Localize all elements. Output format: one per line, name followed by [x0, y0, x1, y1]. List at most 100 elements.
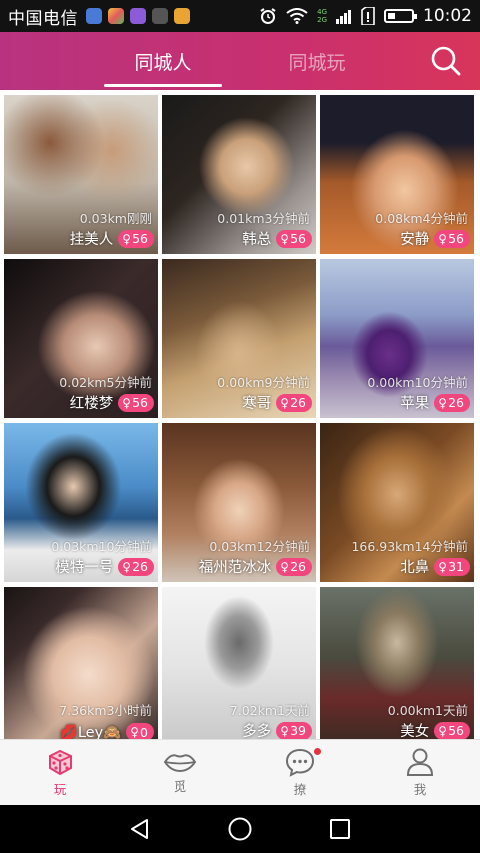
female-icon: ♀	[280, 723, 290, 738]
nav-play[interactable]: 玩	[0, 740, 120, 805]
search-button[interactable]	[430, 45, 462, 77]
female-icon: ♀	[438, 559, 448, 574]
notification-icons	[86, 8, 190, 24]
recents-square-icon	[330, 819, 350, 839]
female-icon: ♀	[438, 395, 448, 410]
distance-time: 7.02km1天前	[229, 703, 310, 718]
user-card[interactable]: 0.03km10分钟前 模特一号 ♀ 26	[4, 423, 158, 582]
user-name: 多多	[242, 724, 272, 740]
female-icon: ♀	[438, 231, 448, 246]
status-bar: 中国电信 4G 2G 10:02	[0, 0, 480, 32]
female-icon: ♀	[280, 231, 290, 246]
user-name: 福州范冰冰	[198, 560, 272, 576]
recents-button[interactable]	[325, 814, 355, 844]
user-name: 安静	[400, 232, 430, 248]
age-badge: ♀ 56	[276, 229, 312, 248]
age-badge: ♀ 26	[118, 557, 154, 576]
distance-time: 166.93km14分钟前	[351, 539, 468, 554]
distance-time: 0.00km10分钟前	[367, 375, 468, 390]
user-name: 模特一号	[55, 560, 114, 576]
distance-time: 0.00km1天前	[387, 703, 468, 718]
distance-time: 0.02km5分钟前	[59, 375, 152, 390]
distance-time: 0.08km4分钟前	[375, 211, 468, 226]
age-badge: ♀ 56	[118, 393, 154, 412]
user-card[interactable]: 0.08km4分钟前 安静 ♀ 56	[320, 95, 474, 254]
user-card[interactable]: 0.00km1天前 美女 ♀ 56	[320, 587, 474, 746]
user-card[interactable]: 7.02km1天前 多多 ♀ 39	[162, 587, 316, 746]
bottom-nav: 玩 觅 撩 我	[0, 739, 480, 805]
back-triangle-icon	[131, 819, 148, 839]
age-badge: ♀ 39	[276, 721, 312, 740]
unread-dot	[314, 748, 321, 755]
tab-nearby-people[interactable]: 同城人	[108, 32, 218, 90]
female-icon: ♀	[438, 723, 448, 738]
nav-label: 觅	[173, 779, 187, 794]
photos-app-icon	[108, 8, 124, 24]
distance-time: 0.00km9分钟前	[217, 375, 310, 390]
female-icon: ♀	[280, 395, 290, 410]
distance-time: 0.03km10分钟前	[51, 539, 152, 554]
nav-label: 玩	[53, 782, 67, 797]
user-name: 韩总	[242, 232, 272, 248]
user-card[interactable]: 166.93km14分钟前 北鼻 ♀ 31	[320, 423, 474, 582]
user-card[interactable]: 0.03km刚刚 挂美人 ♀ 56	[4, 95, 158, 254]
female-icon: ♀	[130, 725, 140, 739]
user-card[interactable]: 0.02km5分钟前 红楼梦 ♀ 56	[4, 259, 158, 418]
user-name: 寒哥	[242, 396, 272, 412]
age-badge: ♀ 31	[434, 557, 470, 576]
person-icon	[406, 748, 434, 776]
signal-icon	[336, 10, 351, 24]
age-badge: ♀ 56	[434, 721, 470, 740]
female-icon: ♀	[122, 231, 132, 246]
message-app-icon	[152, 8, 168, 24]
top-header: 同城人 同城玩	[0, 32, 480, 90]
dice-icon	[49, 749, 72, 776]
gallery-app-icon	[130, 8, 146, 24]
location-app-icon	[86, 8, 102, 24]
back-button[interactable]	[125, 814, 155, 844]
search-icon	[431, 46, 461, 76]
home-circle-icon	[228, 817, 252, 841]
age-badge: ♀ 26	[276, 557, 312, 576]
female-icon: ♀	[280, 559, 290, 574]
system-nav-bar	[0, 805, 480, 853]
active-tab-indicator	[104, 84, 222, 87]
tab-nearby-activities[interactable]: 同城玩	[262, 32, 372, 90]
distance-time: 0.03km12分钟前	[209, 539, 310, 554]
distance-time: 0.01km3分钟前	[217, 211, 310, 226]
user-name: 苹果	[400, 396, 430, 412]
carrier-name: 中国电信	[8, 8, 78, 29]
age-badge: ♀ 26	[434, 393, 470, 412]
age-badge: ♀ 56	[434, 229, 470, 248]
age-badge: ♀ 56	[118, 229, 154, 248]
user-name: 美女	[400, 724, 430, 740]
nav-label: 我	[413, 782, 427, 797]
sim-alert-icon	[361, 7, 375, 25]
lips-icon	[163, 754, 197, 773]
distance-time: 0.03km刚刚	[79, 211, 152, 226]
age-badge: ♀ 26	[276, 393, 312, 412]
female-icon: ♀	[122, 559, 132, 574]
battery-icon	[384, 9, 417, 23]
user-card[interactable]: 0.00km10分钟前 苹果 ♀ 26	[320, 259, 474, 418]
nav-label: 撩	[293, 782, 307, 797]
chat-bubble-icon	[285, 748, 315, 777]
user-card[interactable]: 0.00km9分钟前 寒哥 ♀ 26	[162, 259, 316, 418]
emoji-app-icon	[174, 8, 190, 24]
user-grid: 0.03km刚刚 挂美人 ♀ 56 0.01km3分钟前 韩总 ♀ 56 0.08km4…	[4, 95, 476, 746]
nav-seek[interactable]: 觅	[120, 740, 240, 805]
nav-flirt[interactable]: 撩	[240, 740, 360, 805]
clock: 10:02	[423, 6, 472, 26]
user-card[interactable]: 7.36km3小时前 💋Ley🙈 ♀ 0	[4, 587, 158, 746]
user-name: 红楼梦	[69, 396, 114, 412]
home-button[interactable]	[225, 814, 255, 844]
user-card[interactable]: 0.03km12分钟前 福州范冰冰 ♀ 26	[162, 423, 316, 582]
network-type: 4G 2G	[317, 8, 327, 24]
distance-time: 7.36km3小时前	[59, 703, 152, 718]
female-icon: ♀	[122, 395, 132, 410]
user-name: 北鼻	[400, 560, 430, 576]
alarm-icon	[260, 8, 276, 24]
nav-me[interactable]: 我	[360, 740, 480, 805]
user-card[interactable]: 0.01km3分钟前 韩总 ♀ 56	[162, 95, 316, 254]
user-name: 挂美人	[69, 232, 114, 248]
